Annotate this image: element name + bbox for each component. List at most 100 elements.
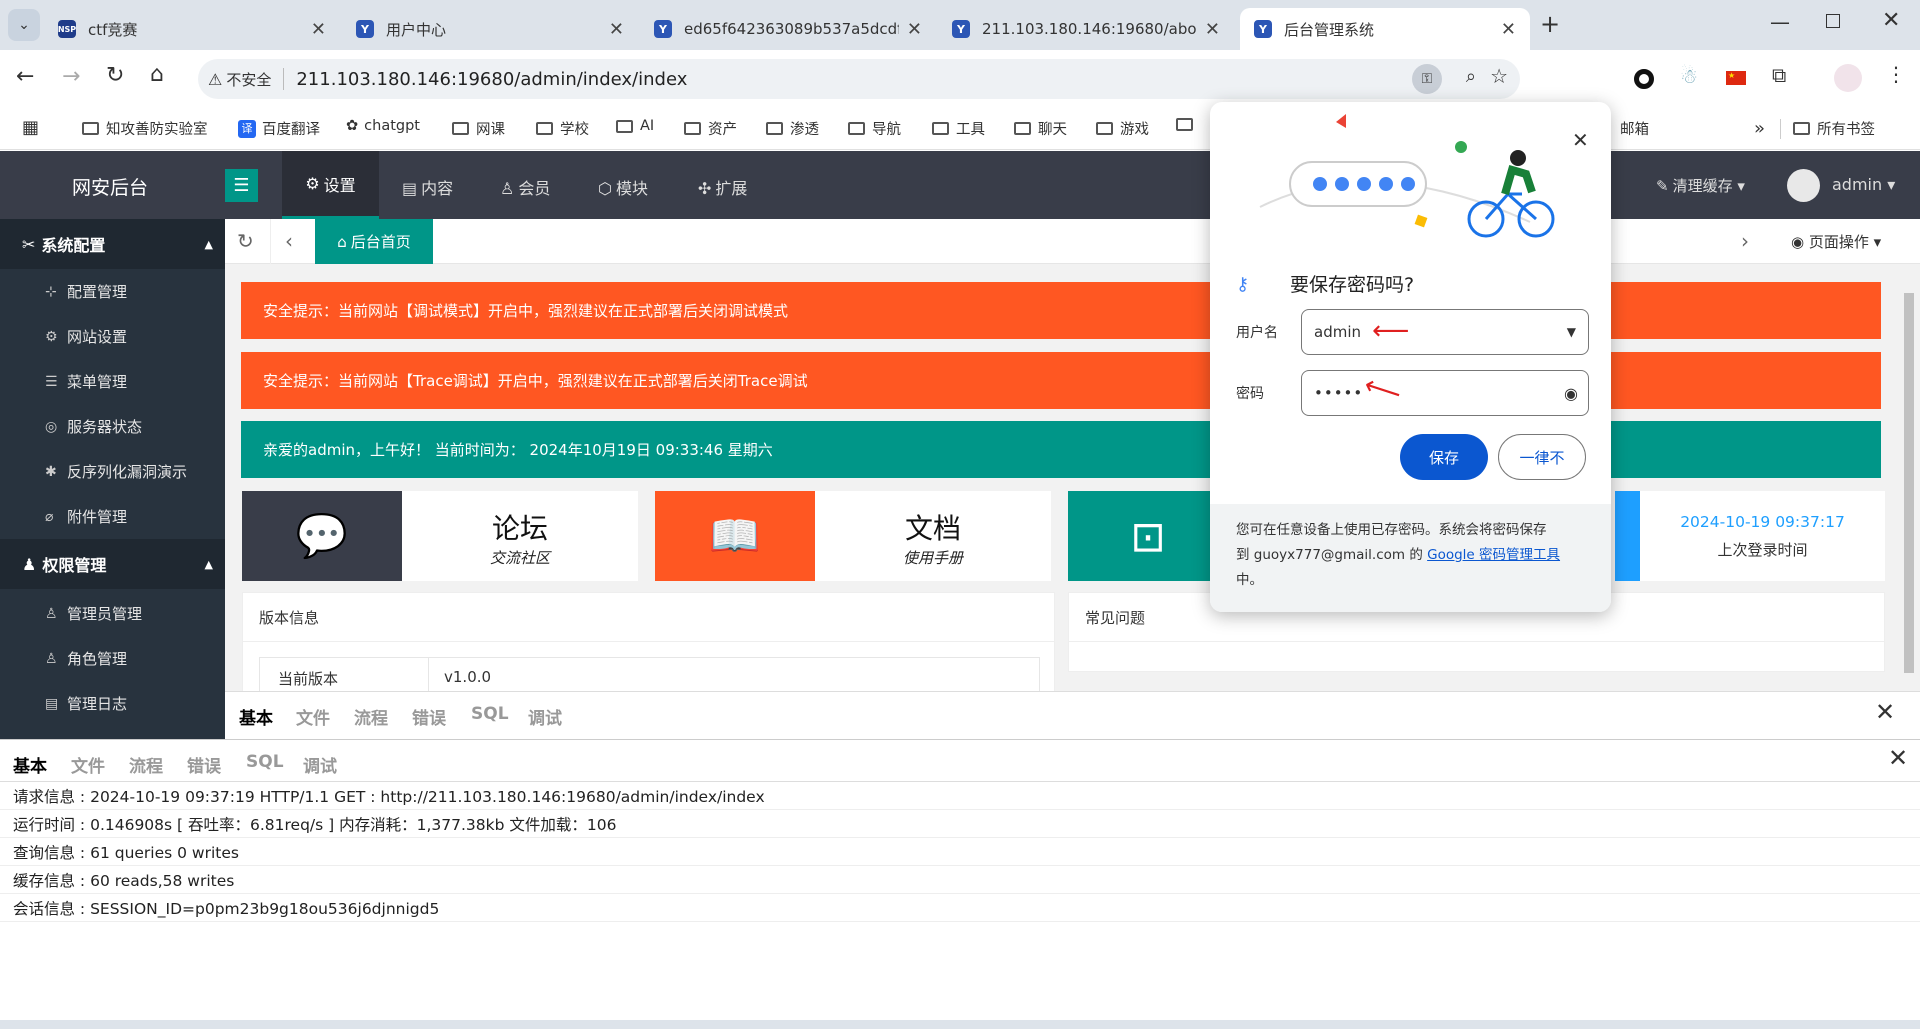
extension-record-icon[interactable] (1634, 69, 1654, 89)
password-field[interactable]: ••••• ⟵ ◉ (1301, 370, 1589, 416)
browser-tab-ctf[interactable]: NSP ctf竞赛 ✕ (44, 8, 340, 50)
inner-trace-tab-sql[interactable]: SQL (471, 704, 509, 724)
sidebar-item-config[interactable]: ⊹ 配置管理 (45, 281, 127, 302)
nav-content[interactable]: ▤ 内容 (402, 175, 453, 199)
menu-icon[interactable]: ⋮ (1886, 62, 1906, 86)
docs-card[interactable]: 文档 使用手册 (815, 491, 1051, 581)
bookmark-3[interactable]: ✿ chatgpt (346, 118, 420, 134)
sidebar-item-menus[interactable]: ☰ 菜单管理 (45, 371, 127, 392)
bookmark-8[interactable]: 渗透 (766, 118, 819, 139)
trace-tab-files[interactable]: 文件 (71, 752, 105, 777)
password-manager-link[interactable]: Google 密码管理工具 (1427, 547, 1560, 563)
sidebar-item-logs[interactable]: ▤ 管理日志 (45, 693, 127, 714)
page-operations-menu[interactable]: ◉ 页面操作 ▾ (1791, 231, 1881, 252)
eye-icon[interactable]: ◉ (1564, 384, 1578, 403)
url-bar[interactable]: ⚠ 不安全 211.103.180.146:19680/admin/index/… (198, 59, 1520, 99)
reload-icon[interactable]: ↻ (106, 63, 124, 88)
browser-tab-about[interactable]: Y 211.103.180.146:19680/abou ✕ (938, 8, 1234, 50)
inner-trace-tab-debug[interactable]: 调试 (528, 704, 562, 729)
inner-trace-close-icon[interactable]: ✕ (1875, 698, 1895, 726)
page-scrollbar[interactable] (1902, 279, 1916, 709)
nav-settings[interactable]: ⚙ 设置 (282, 151, 379, 219)
close-icon[interactable]: ✕ (311, 19, 326, 40)
sidebar-item-admins[interactable]: ♙ 管理员管理 (45, 603, 142, 624)
save-password-button[interactable]: 保存 (1400, 434, 1488, 480)
profile-avatar-icon[interactable] (1834, 64, 1862, 92)
sidebar-item-attachments[interactable]: ⌀ 附件管理 (45, 506, 127, 527)
sidebar-item-roles[interactable]: ♙ 角色管理 (45, 648, 127, 669)
extension-figure-icon[interactable]: ☃ (1680, 64, 1698, 88)
bookmark-5[interactable]: 学校 (536, 118, 589, 139)
forum-card[interactable]: 论坛 交流社区 (402, 491, 638, 581)
bookmark-13[interactable] (1176, 118, 1200, 131)
key-icon[interactable]: ⚿ (1412, 64, 1442, 94)
inner-trace-tab-flow[interactable]: 流程 (354, 704, 388, 729)
sidebar-item-deserialization[interactable]: ✱ 反序列化漏洞演示 (45, 461, 187, 482)
inner-trace-tab-errors[interactable]: 错误 (412, 704, 446, 729)
tab-home[interactable]: ⌂ 后台首页 (315, 219, 433, 264)
zoom-icon[interactable]: ⌕ (1466, 66, 1476, 87)
sidebar-toggle-button[interactable]: ☰ (225, 169, 258, 202)
minimize-button[interactable]: — (1770, 10, 1790, 34)
popup-close-icon[interactable]: ✕ (1572, 128, 1589, 152)
trace-tab-sql[interactable]: SQL (246, 752, 284, 772)
bookmark-4[interactable]: 网课 (452, 118, 505, 139)
inner-trace-tab-basic[interactable]: 基本 (239, 704, 273, 729)
sidebar-item-server-status[interactable]: ◎ 服务器状态 (45, 416, 142, 437)
trace-close-icon[interactable]: ✕ (1888, 744, 1908, 772)
refresh-icon[interactable]: ↻ (237, 229, 254, 253)
scrollbar-thumb[interactable] (1904, 293, 1914, 673)
bookmark-12[interactable]: 游戏 (1096, 118, 1149, 139)
close-icon[interactable]: ✕ (609, 19, 624, 40)
apps-icon[interactable]: ▦ (22, 117, 39, 138)
dropdown-arrow-icon[interactable]: ▼ (1567, 325, 1576, 339)
restore-button[interactable] (1826, 14, 1840, 28)
bookmark-11[interactable]: 聊天 (1014, 118, 1067, 139)
sidebar-group-system-config[interactable]: ✂ 系统配置 ▲ (0, 219, 225, 269)
home-icon[interactable]: ⌂ (150, 62, 164, 87)
star-icon[interactable]: ☆ (1490, 64, 1508, 88)
browser-tab-admin[interactable]: Y 后台管理系统 ✕ (1240, 8, 1530, 50)
trace-tab-basic[interactable]: 基本 (13, 752, 47, 777)
close-icon[interactable]: ✕ (1205, 19, 1220, 40)
browser-tab-user-center[interactable]: Y 用户中心 ✕ (342, 8, 638, 50)
forward-icon[interactable]: → (62, 64, 80, 89)
trace-tab-errors[interactable]: 错误 (187, 752, 221, 777)
more-bookmarks-icon[interactable]: » (1754, 118, 1765, 139)
bookmark-6[interactable]: AI (616, 118, 654, 134)
tab-search-button[interactable]: ⌄ (8, 9, 40, 41)
bookmark-2[interactable]: 译百度翻译 (238, 118, 320, 139)
new-tab-button[interactable]: + (1540, 10, 1560, 38)
bookmark-10[interactable]: 工具 (932, 118, 985, 139)
sidebar-item-site-settings[interactable]: ⚙ 网站设置 (45, 326, 127, 347)
back-icon[interactable]: ← (16, 64, 34, 89)
all-bookmarks[interactable]: 所有书签 (1780, 118, 1875, 139)
bookmark-1[interactable]: 知攻善防实验室 (82, 118, 208, 139)
url-text[interactable]: 211.103.180.146:19680/admin/index/index (296, 69, 687, 90)
trace-tab-flow[interactable]: 流程 (129, 752, 163, 777)
browser-tab-hash[interactable]: Y ed65f642363089b537a5dcdf ✕ (640, 8, 936, 50)
bookmark-9[interactable]: 导航 (848, 118, 901, 139)
username-field[interactable]: admin ⟵ ▼ (1301, 309, 1589, 355)
puzzle-icon[interactable]: ⧉ (1772, 63, 1786, 87)
tab-scroll-right-icon[interactable]: › (1741, 229, 1749, 253)
inner-trace-tab-files[interactable]: 文件 (296, 704, 330, 729)
admin-avatar[interactable] (1787, 169, 1820, 202)
china-flag-icon[interactable]: ★ (1726, 71, 1746, 85)
nav-extensions[interactable]: ✣ 扩展 (698, 175, 747, 199)
sidebar-group-permissions[interactable]: ♟ 权限管理 ▲ (0, 539, 225, 589)
nav-modules[interactable]: ⬡ 模块 (598, 175, 648, 199)
docs-icon-card[interactable]: 📖 (655, 491, 815, 581)
trace-tab-debug[interactable]: 调试 (303, 752, 337, 777)
forum-icon-card[interactable]: 💬 (242, 491, 402, 581)
plugin-icon-card[interactable]: ⊡ (1068, 491, 1228, 581)
window-close-button[interactable]: ✕ (1882, 8, 1900, 33)
bookmark-7[interactable]: 资产 (684, 118, 737, 139)
close-icon[interactable]: ✕ (1501, 19, 1516, 40)
never-save-button[interactable]: 一律不 (1498, 434, 1586, 480)
bookmark-14[interactable]: 邮箱 (1620, 118, 1649, 139)
close-icon[interactable]: ✕ (907, 19, 922, 40)
admin-user-menu[interactable]: admin ▾ (1832, 175, 1895, 194)
nav-members[interactable]: ♙ 会员 (500, 175, 550, 199)
tab-scroll-left-icon[interactable]: ‹ (285, 229, 293, 253)
